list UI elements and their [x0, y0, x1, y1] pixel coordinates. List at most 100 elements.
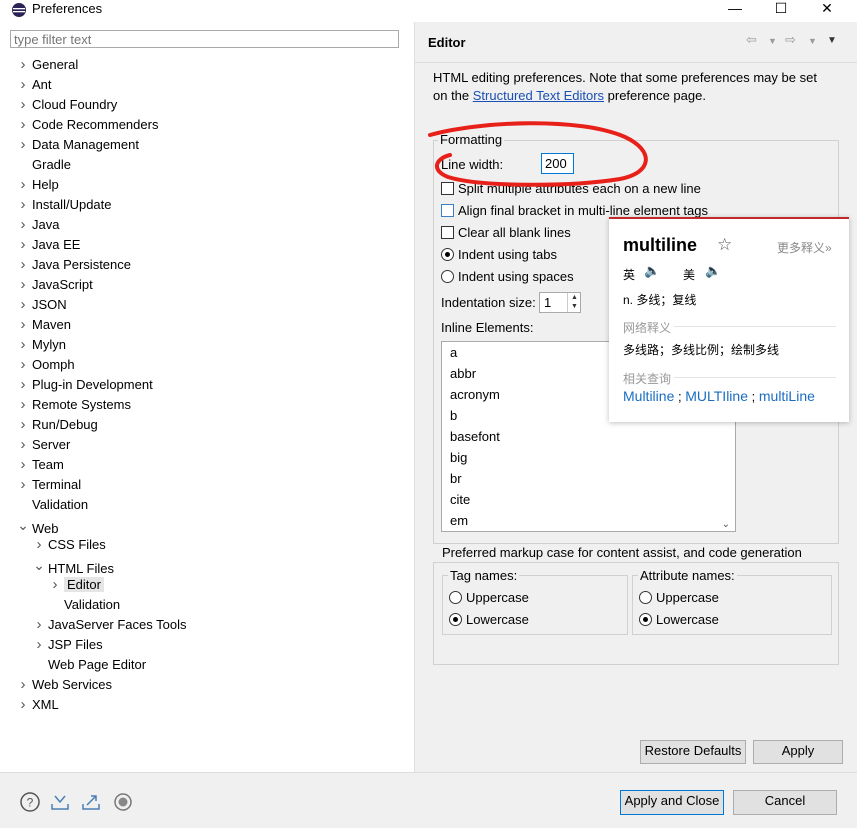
tree-item-validation[interactable]: Validation	[16, 595, 411, 615]
checkbox-box[interactable]	[441, 204, 454, 217]
chevron-right-icon[interactable]: ›	[32, 635, 46, 655]
checkbox-box[interactable]	[441, 182, 454, 195]
tree-item-json[interactable]: › JSON	[16, 295, 411, 315]
tag-lowercase-radio[interactable]: Lowercase	[449, 612, 529, 627]
cancel-button[interactable]: Cancel	[733, 790, 837, 815]
tree-item-mylyn[interactable]: › Mylyn	[16, 335, 411, 355]
tree-item-css-files[interactable]: › CSS Files	[16, 535, 411, 555]
chevron-down-icon[interactable]: ⌄	[32, 555, 46, 575]
star-icon[interactable]: ☆	[717, 235, 732, 255]
tree-item-html-files[interactable]: ⌄ HTML Files	[16, 555, 411, 576]
tag-uppercase-radio[interactable]: Uppercase	[449, 590, 529, 605]
tree-item-editor[interactable]: › Editor	[16, 575, 411, 595]
tree-item-jsp-files[interactable]: › JSP Files	[16, 635, 411, 655]
chevron-right-icon[interactable]: ›	[16, 75, 30, 95]
spinner-arrows-icon[interactable]: ▲ ▼	[567, 293, 581, 312]
clear-blank-lines-checkbox[interactable]: Clear all blank lines	[441, 225, 571, 240]
forward-dropdown-icon[interactable]: ▼	[808, 36, 817, 46]
radio-selected[interactable]	[441, 248, 454, 261]
chevron-right-icon[interactable]: ›	[32, 615, 46, 635]
forward-arrow-icon[interactable]: ⇨	[785, 32, 796, 48]
tree-item-javascript[interactable]: › JavaScript	[16, 275, 411, 295]
chevron-right-icon[interactable]: ›	[16, 415, 30, 435]
tree-item-validation[interactable]: Validation	[16, 495, 411, 515]
tree-item-web[interactable]: ⌄ Web	[16, 515, 411, 536]
filter-input[interactable]	[10, 30, 399, 48]
list-item[interactable]: em	[442, 510, 735, 531]
attr-lowercase-radio[interactable]: Lowercase	[639, 612, 719, 627]
radio-unselected[interactable]	[449, 591, 462, 604]
back-arrow-icon[interactable]: ⇦	[746, 32, 757, 48]
related-query-link[interactable]: multiLine	[759, 388, 815, 404]
related-query-link[interactable]: MULTIline	[685, 388, 748, 404]
tree-item-install-update[interactable]: › Install/Update	[16, 195, 411, 215]
view-menu-icon[interactable]: ▼	[827, 35, 837, 46]
back-dropdown-icon[interactable]: ▼	[768, 36, 777, 46]
tree-item-help[interactable]: › Help	[16, 175, 411, 195]
chevron-right-icon[interactable]: ›	[16, 315, 30, 335]
tree-item-web-page-editor[interactable]: Web Page Editor	[16, 655, 411, 675]
indent-spaces-radio[interactable]: Indent using spaces	[441, 269, 574, 284]
list-item[interactable]: br	[442, 468, 735, 489]
tree-item-web-services[interactable]: › Web Services	[16, 675, 411, 695]
tree-item-server[interactable]: › Server	[16, 435, 411, 455]
list-item[interactable]: cite	[442, 489, 735, 510]
uk-speaker-icon[interactable]: 🔈	[644, 263, 660, 279]
chevron-right-icon[interactable]: ›	[16, 255, 30, 275]
tree-item-team[interactable]: › Team	[16, 455, 411, 475]
tree-item-javaserver-faces-tools[interactable]: › JavaServer Faces Tools	[16, 615, 411, 635]
chevron-right-icon[interactable]: ›	[32, 535, 46, 555]
chevron-right-icon[interactable]: ›	[16, 455, 30, 475]
list-item[interactable]: big	[442, 447, 735, 468]
tree-item-terminal[interactable]: › Terminal	[16, 475, 411, 495]
maximize-button[interactable]: ☐	[759, 0, 803, 18]
tree-item-plug-in-development[interactable]: › Plug-in Development	[16, 375, 411, 395]
us-speaker-icon[interactable]: 🔈	[705, 263, 721, 279]
tree-item-java-persistence[interactable]: › Java Persistence	[16, 255, 411, 275]
tree-item-cloud-foundry[interactable]: › Cloud Foundry	[16, 95, 411, 115]
record-icon[interactable]	[112, 791, 134, 813]
import-icon[interactable]	[49, 791, 71, 813]
checkbox-box[interactable]	[441, 226, 454, 239]
chevron-right-icon[interactable]: ›	[16, 375, 30, 395]
tree-item-remote-systems[interactable]: › Remote Systems	[16, 395, 411, 415]
tree-item-ant[interactable]: › Ant	[16, 75, 411, 95]
chevron-right-icon[interactable]: ›	[48, 575, 62, 595]
tree-item-maven[interactable]: › Maven	[16, 315, 411, 335]
attr-uppercase-radio[interactable]: Uppercase	[639, 590, 719, 605]
chevron-right-icon[interactable]: ›	[16, 95, 30, 115]
radio-unselected[interactable]	[639, 591, 652, 604]
more-definitions-link[interactable]: 更多释义»	[777, 239, 832, 256]
chevron-right-icon[interactable]: ›	[16, 295, 30, 315]
chevron-right-icon[interactable]: ›	[16, 135, 30, 155]
chevron-right-icon[interactable]: ›	[16, 115, 30, 135]
line-width-input[interactable]: 200	[541, 153, 574, 174]
chevron-right-icon[interactable]: ›	[16, 675, 30, 695]
radio-selected[interactable]	[449, 613, 462, 626]
indentation-size-spinner[interactable]: 1 ▲ ▼	[539, 292, 581, 313]
chevron-down-icon[interactable]: ⌄	[16, 515, 30, 535]
list-item[interactable]: basefont	[442, 426, 735, 447]
structured-text-editors-link[interactable]: Structured Text Editors	[473, 88, 604, 103]
radio-unselected[interactable]	[441, 270, 454, 283]
tree-item-xml[interactable]: › XML	[16, 695, 411, 715]
tree-item-data-management[interactable]: › Data Management	[16, 135, 411, 155]
chevron-right-icon[interactable]: ›	[16, 215, 30, 235]
chevron-right-icon[interactable]: ›	[16, 235, 30, 255]
chevron-right-icon[interactable]: ›	[16, 355, 30, 375]
related-query-link[interactable]: Multiline	[623, 388, 674, 404]
tree-item-code-recommenders[interactable]: › Code Recommenders	[16, 115, 411, 135]
tree-item-gradle[interactable]: Gradle	[16, 155, 411, 175]
apply-button[interactable]: Apply	[753, 740, 843, 764]
tree-item-run-debug[interactable]: › Run/Debug	[16, 415, 411, 435]
split-attributes-checkbox[interactable]: Split multiple attributes each on a new …	[441, 181, 701, 196]
tree-item-oomph[interactable]: › Oomph	[16, 355, 411, 375]
chevron-right-icon[interactable]: ›	[16, 475, 30, 495]
help-icon[interactable]: ?	[19, 791, 41, 813]
tree-item-general[interactable]: › General	[16, 55, 411, 75]
tree-item-java-ee[interactable]: › Java EE	[16, 235, 411, 255]
minimize-button[interactable]: —	[713, 0, 757, 18]
restore-defaults-button[interactable]: Restore Defaults	[640, 740, 746, 764]
chevron-right-icon[interactable]: ›	[16, 275, 30, 295]
apply-and-close-button[interactable]: Apply and Close	[620, 790, 724, 815]
